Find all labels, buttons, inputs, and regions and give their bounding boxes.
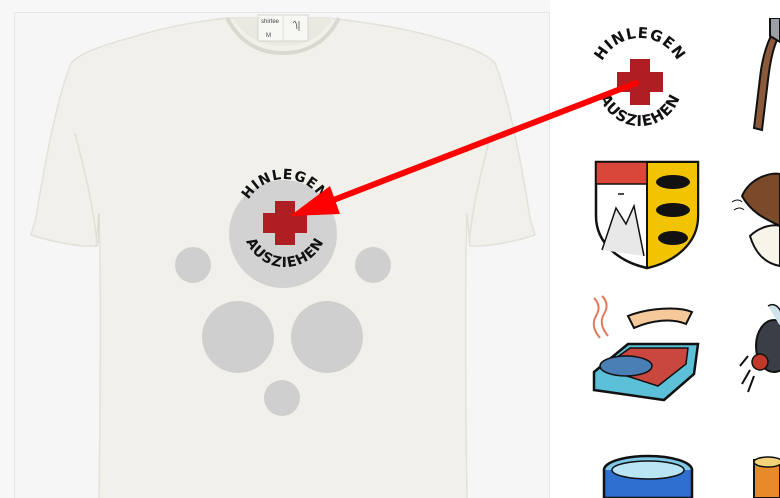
design-gallery: HINLEGEN AUSZIEHEN	[550, 0, 780, 498]
collar-tag: shirtee M	[257, 14, 309, 42]
sardine-can-icon	[592, 295, 700, 402]
gallery-item-axe[interactable]	[748, 18, 780, 138]
fly-icon	[739, 303, 780, 393]
gallery-item-fly[interactable]	[738, 296, 780, 396]
drink-icon	[753, 456, 780, 498]
gallery-design-line1: HINLEGEN	[590, 24, 688, 64]
axe-icon	[752, 26, 780, 132]
design-line1: HINLEGEN	[239, 167, 330, 203]
shirt-preview-area: shirtee M HINLEGEN AUSZIEHEN	[14, 12, 550, 498]
applied-design[interactable]: HINLEGEN AUSZIEHEN	[230, 163, 340, 273]
svg-text:HINLEGEN: HINLEGEN	[239, 167, 331, 203]
coconut-icon	[731, 172, 780, 268]
gallery-item-pool[interactable]	[600, 452, 696, 498]
print-zone-right-sleeve[interactable]	[355, 247, 391, 283]
print-zone-bottom[interactable]	[264, 380, 300, 416]
print-zone-belly-right[interactable]	[291, 301, 363, 373]
red-cross-icon	[263, 201, 307, 245]
coat-of-arms-icon	[594, 160, 700, 270]
gallery-item-coconut[interactable]	[730, 166, 780, 276]
red-cross-icon	[617, 59, 663, 105]
collar-tag-brand: shirtee	[261, 19, 280, 25]
pool-icon	[602, 454, 694, 498]
gallery-item-sardine-can[interactable]	[588, 294, 702, 404]
svg-text:HINLEGEN: HINLEGEN	[590, 24, 689, 64]
gallery-item-drink[interactable]	[748, 452, 780, 498]
print-zone-left-sleeve[interactable]	[175, 247, 211, 283]
print-zone-belly-left[interactable]	[202, 301, 274, 373]
gallery-item-coat-of-arms[interactable]	[594, 158, 700, 270]
collar-tag-size: M	[266, 33, 271, 39]
gallery-item-hinlegen-ausziehen[interactable]: HINLEGEN AUSZIEHEN	[588, 12, 692, 136]
